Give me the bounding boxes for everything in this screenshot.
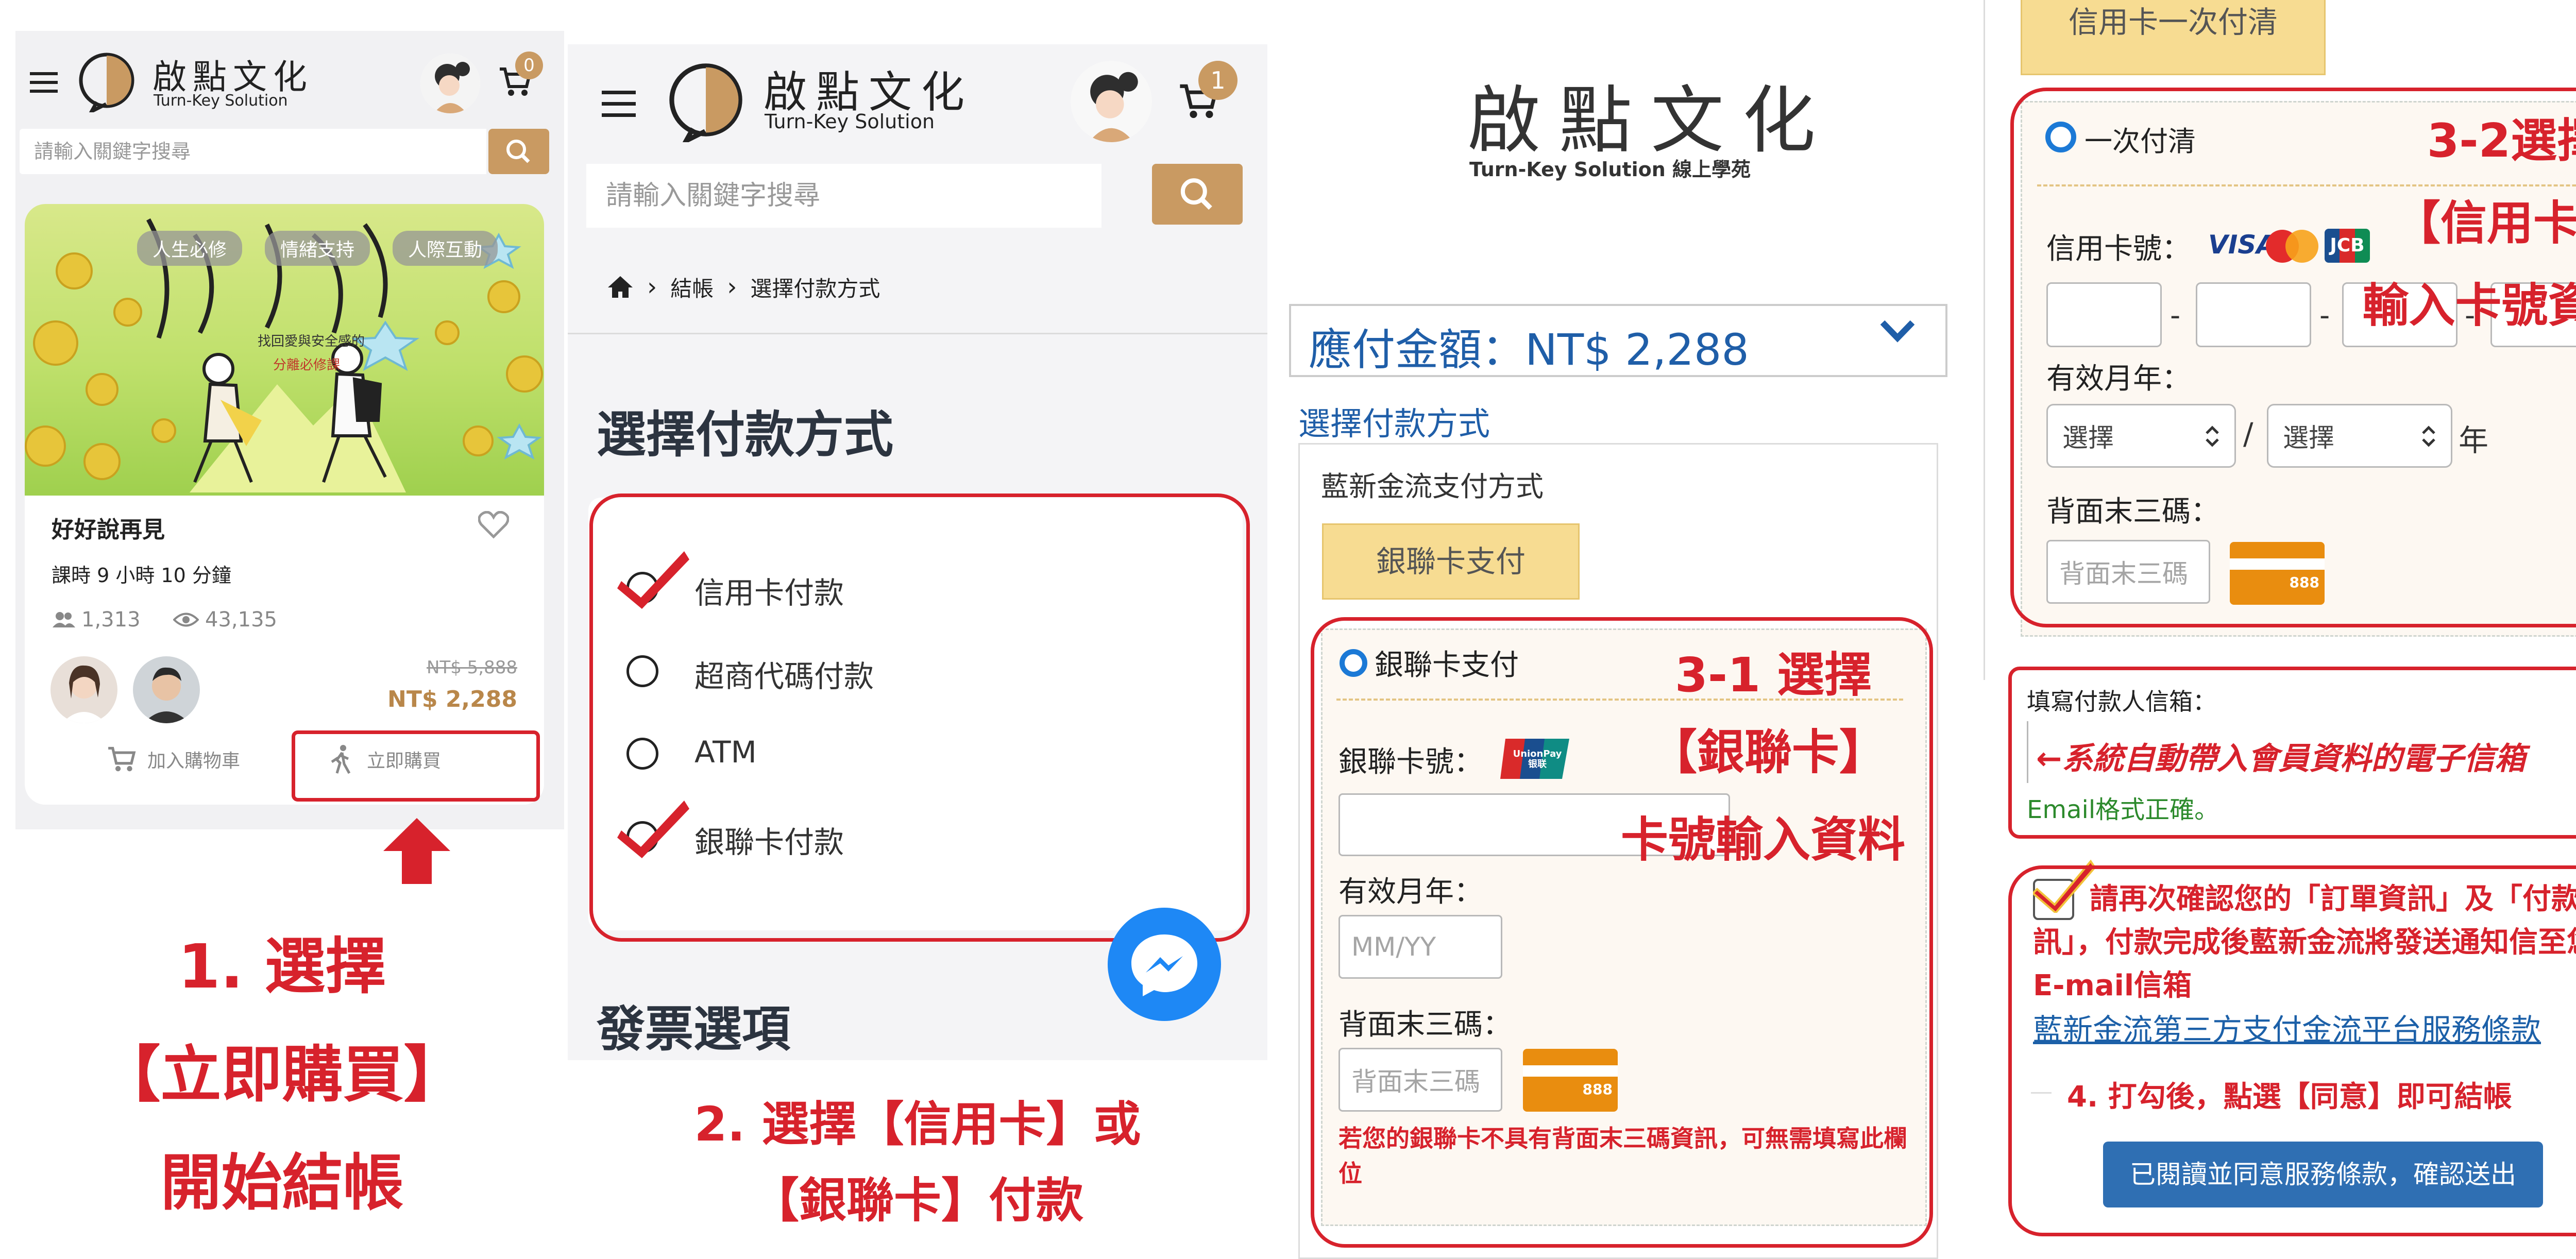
- course-card[interactable]: 找回愛與安全感的 分離必修課 人生必修 情緒支持 人際互動 好好說再見 課時 9…: [25, 204, 544, 805]
- course-hours: 課時 9 小時 10 分鐘: [52, 564, 231, 587]
- logo-icon[interactable]: [76, 52, 137, 112]
- logo-sub-text: Turn-Key Solution: [154, 92, 288, 110]
- hamburger-menu-icon[interactable]: [602, 91, 636, 117]
- highlight-buy-now: [292, 730, 540, 802]
- page-title: 選擇付款方式: [597, 406, 893, 464]
- course-price: NT$ 2,288: [387, 686, 517, 712]
- amount-label: 應付金額：NT$ 2,288: [1309, 325, 1749, 375]
- logo-icon[interactable]: [666, 62, 746, 142]
- messenger-button[interactable]: [1108, 908, 1221, 1021]
- views-eye-icon: [173, 611, 199, 628]
- search-button[interactable]: [1152, 164, 1243, 225]
- up-arrow-icon: [383, 818, 450, 884]
- favorite-heart-icon[interactable]: [478, 511, 509, 539]
- chevron-down-icon[interactable]: [1879, 319, 1916, 344]
- search-input[interactable]: 請輸入關鍵字搜尋: [20, 129, 486, 174]
- cart-count-badge: 0: [515, 52, 543, 79]
- panel-unionpay-form: 啟點文化 Turn-Key Solution 線上學苑 應付金額：NT$ 2,2…: [1279, 0, 1956, 1259]
- students-count: 1,313: [81, 608, 141, 632]
- hamburger-menu-icon[interactable]: [30, 72, 58, 93]
- search-input[interactable]: 請輸入關鍵字搜尋: [586, 164, 1101, 228]
- panel-payment-method: 啟點文化 Turn-Key Solution 1 請輸入關鍵字搜尋 › 結帳 ›…: [568, 0, 1267, 1259]
- logo-sub-text: Turn-Key Solution 線上學苑: [1469, 158, 1751, 181]
- panel-course-card: 啟點文化 Turn-Key Solution 0 請輸入關鍵字搜尋 找回愛與安全…: [0, 0, 564, 1259]
- highlight-email: [2008, 667, 2576, 839]
- banner-text-2: 分離必修課: [273, 358, 341, 373]
- highlight-credit-card-form: [2010, 88, 2576, 627]
- panel4-border-left: [1984, 0, 1985, 680]
- search-button[interactable]: [488, 129, 549, 174]
- highlight-unionpay-form: [1311, 617, 1933, 1248]
- highlight-payment-options: [589, 494, 1250, 942]
- breadcrumb-chevron-icon: ›: [727, 273, 737, 301]
- cart-count-badge: 1: [1198, 61, 1238, 100]
- students-icon: [52, 611, 75, 628]
- invoice-heading: 發票選項: [597, 1001, 791, 1058]
- breadcrumb-divider: [568, 333, 1267, 334]
- messenger-icon: [1131, 934, 1197, 996]
- course-tag: 人際互動: [393, 231, 498, 266]
- home-icon[interactable]: [607, 275, 634, 299]
- step1-line3: 開始結帳: [160, 1147, 404, 1218]
- logo-sub-text: Turn-Key Solution: [765, 110, 935, 133]
- old-price: NT$ 5,888: [427, 657, 517, 678]
- course-title[interactable]: 好好說再見: [52, 511, 165, 544]
- choose-method-label: 選擇付款方式: [1298, 405, 1490, 443]
- unionpay-tab-button[interactable]: 銀聯卡支付: [1322, 523, 1580, 600]
- breadcrumb: › 結帳 › 選擇付款方式: [607, 268, 880, 306]
- step1-line1: 1. 選擇: [178, 931, 386, 1002]
- step1-line2: 【立即購買】: [99, 1039, 465, 1110]
- course-tag: 人生必修: [137, 231, 243, 266]
- course-banner: 找回愛與安全感的 分離必修課 人生必修 情緒支持 人際互動: [25, 204, 544, 496]
- instructor-avatar[interactable]: [50, 656, 117, 723]
- breadcrumb-chevron-icon: ›: [647, 273, 657, 301]
- highlight-confirm: [2008, 865, 2576, 1236]
- search-icon: [1180, 178, 1212, 210]
- logo-main-text: 啟點文化: [1467, 78, 1834, 163]
- cart-icon: [108, 746, 136, 772]
- instructor-avatar[interactable]: [133, 656, 200, 723]
- add-to-cart-label: 加入購物車: [147, 751, 241, 772]
- one-time-payment-tab[interactable]: 信用卡一次付清: [2021, 0, 2326, 75]
- breadcrumb-checkout[interactable]: 結帳: [670, 271, 714, 303]
- provider-label: 藍新金流支付方式: [1321, 470, 1544, 503]
- breadcrumb-current: 選擇付款方式: [750, 276, 880, 301]
- panel-credit-card-form: 信用卡一次付清 一次付清 信用卡號： VISA JCB - - - 有效月年： …: [1969, 0, 2576, 1259]
- views-count: 43,135: [205, 608, 277, 632]
- step2-line2: 【銀聯卡】付款: [751, 1173, 1083, 1228]
- avatar[interactable]: [1071, 61, 1152, 142]
- step2-line1: 2. 選擇【信用卡】或: [694, 1097, 1141, 1152]
- avatar[interactable]: [420, 54, 480, 113]
- search-icon: [506, 140, 530, 163]
- course-tag: 情緒支持: [265, 231, 370, 266]
- add-to-cart-button[interactable]: 加入購物車: [107, 739, 240, 780]
- banner-text-1: 找回愛與安全感的: [258, 334, 365, 349]
